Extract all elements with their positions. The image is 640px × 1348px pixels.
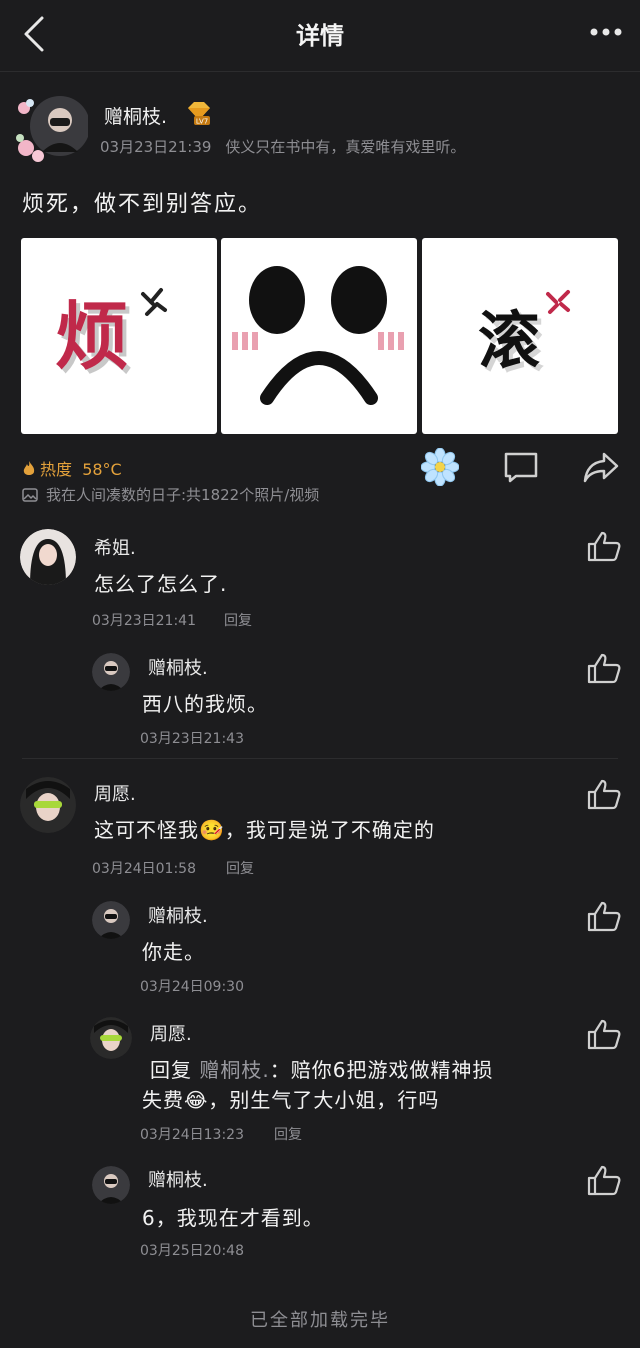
reply-time: 03月23日21:43 bbox=[140, 731, 244, 747]
comment-author-name[interactable]: 周愿. bbox=[94, 780, 136, 806]
photo-album-icon bbox=[22, 488, 38, 502]
vip-diamond-badge-icon: LV7 bbox=[188, 102, 210, 126]
reply-author-name[interactable]: 赠桐枝. bbox=[148, 654, 208, 680]
sad-face-image bbox=[232, 266, 404, 405]
reply-button[interactable]: 回复 bbox=[226, 858, 254, 878]
comment-text: 这可不怪我🤒，我可是说了不确定的 bbox=[94, 814, 435, 843]
post-text: 烦死，做不到别答应。 bbox=[22, 192, 263, 217]
comment-text: 怎么了怎么了. bbox=[94, 572, 228, 596]
comment-author-name[interactable]: 希姐. bbox=[94, 534, 136, 560]
reply-time: 03月25日20:48 bbox=[140, 1243, 244, 1259]
comment-text-part: 这可不怪我 bbox=[94, 818, 199, 842]
comment-icon[interactable] bbox=[502, 448, 540, 486]
like-thumb-icon[interactable] bbox=[586, 1164, 622, 1196]
comment-divider bbox=[22, 758, 618, 759]
reply-button[interactable]: 回复 bbox=[224, 610, 252, 630]
more-options-icon[interactable] bbox=[588, 20, 624, 44]
emoji-sick: 🤒 bbox=[199, 818, 225, 842]
album-text: 我在人间凑数的日子:共1822个照片/视频 bbox=[46, 486, 320, 504]
post-meta: 03月23日21:39 侠义只在书中有，真爱唯有戏里听。 bbox=[100, 136, 465, 157]
post-author-avatar[interactable] bbox=[12, 94, 88, 166]
reply-author-name[interactable]: 赠桐枝. bbox=[148, 1166, 208, 1192]
reply-avatar[interactable] bbox=[90, 1017, 132, 1059]
post-image-3[interactable]: 滚 滚 bbox=[422, 238, 618, 434]
reply-text: 6，我现在才看到。 bbox=[142, 1206, 324, 1230]
reply-target-name[interactable]: 赠桐枝. bbox=[199, 1058, 269, 1082]
comment-time: 03月23日21:41 bbox=[92, 613, 196, 629]
post-signature: 侠义只在书中有，真爱唯有戏里听。 bbox=[225, 138, 466, 156]
like-thumb-icon[interactable] bbox=[586, 900, 622, 932]
all-loaded-footer: 已全部加载完毕 bbox=[250, 1310, 390, 1331]
post-image-1[interactable]: 烦 烦 bbox=[21, 238, 217, 434]
flower-gift-icon[interactable] bbox=[421, 448, 459, 486]
image-caption: 滚 bbox=[478, 304, 540, 377]
like-thumb-icon[interactable] bbox=[586, 1018, 622, 1050]
reply-avatar[interactable] bbox=[92, 653, 130, 691]
reply-text-part: 失费 bbox=[142, 1088, 184, 1112]
vip-level-text: LV7 bbox=[196, 118, 208, 126]
reply-time: 03月24日09:30 bbox=[140, 979, 244, 995]
like-thumb-icon[interactable] bbox=[586, 778, 622, 810]
reply-text: 西八的我烦。 bbox=[142, 692, 268, 716]
comment-text-part: ，我可是说了不确定的 bbox=[224, 818, 435, 842]
reply-text-line2: 失费😂，别生气了大小姐，行吗 bbox=[142, 1084, 439, 1113]
reply-author-name[interactable]: 周愿. bbox=[150, 1020, 192, 1046]
post-image-2[interactable] bbox=[221, 238, 417, 434]
reply-author-name[interactable]: 赠桐枝. bbox=[148, 902, 208, 928]
reply-button[interactable]: 回复 bbox=[274, 1124, 302, 1144]
reply-text-part: ：赔你6把游戏做精神损 bbox=[269, 1058, 494, 1082]
reply-avatar[interactable] bbox=[92, 1166, 130, 1204]
like-thumb-icon[interactable] bbox=[586, 652, 622, 684]
heat-indicator: 热度 58°C bbox=[22, 456, 122, 480]
annoyed-character-image: 烦 烦 bbox=[55, 288, 167, 384]
reply-time: 03月24日13:23 bbox=[140, 1127, 244, 1143]
reply-avatar[interactable] bbox=[92, 901, 130, 939]
heat-value: 58°C bbox=[82, 460, 122, 479]
get-lost-character-image: 滚 滚 bbox=[478, 290, 570, 381]
reply-text-part: ，别生气了大小姐，行吗 bbox=[208, 1088, 440, 1112]
share-arrow-icon[interactable] bbox=[582, 448, 620, 486]
post-author-name[interactable]: 赠桐枝. bbox=[104, 102, 167, 129]
emoji-laughing: 😂 bbox=[184, 1088, 209, 1112]
reply-text: 你走。 bbox=[142, 940, 205, 964]
header-bar: 详情 bbox=[0, 0, 640, 72]
image-caption: 烦 bbox=[55, 294, 129, 380]
comment-avatar[interactable] bbox=[20, 529, 76, 585]
flame-icon bbox=[23, 461, 35, 475]
reply-prefix: 回复 bbox=[150, 1058, 192, 1082]
comment-time: 03月24日01:58 bbox=[92, 861, 196, 877]
comment-avatar[interactable] bbox=[20, 777, 76, 833]
heat-label: 热度 bbox=[40, 460, 73, 479]
post-time: 03月23日21:39 bbox=[100, 138, 212, 156]
page-title: 详情 bbox=[296, 22, 344, 50]
like-thumb-icon[interactable] bbox=[586, 530, 622, 562]
album-link[interactable]: 我在人间凑数的日子:共1822个照片/视频 bbox=[22, 484, 319, 505]
reply-text: 回复 赠桐枝.：赔你6把游戏做精神损 bbox=[150, 1054, 493, 1083]
